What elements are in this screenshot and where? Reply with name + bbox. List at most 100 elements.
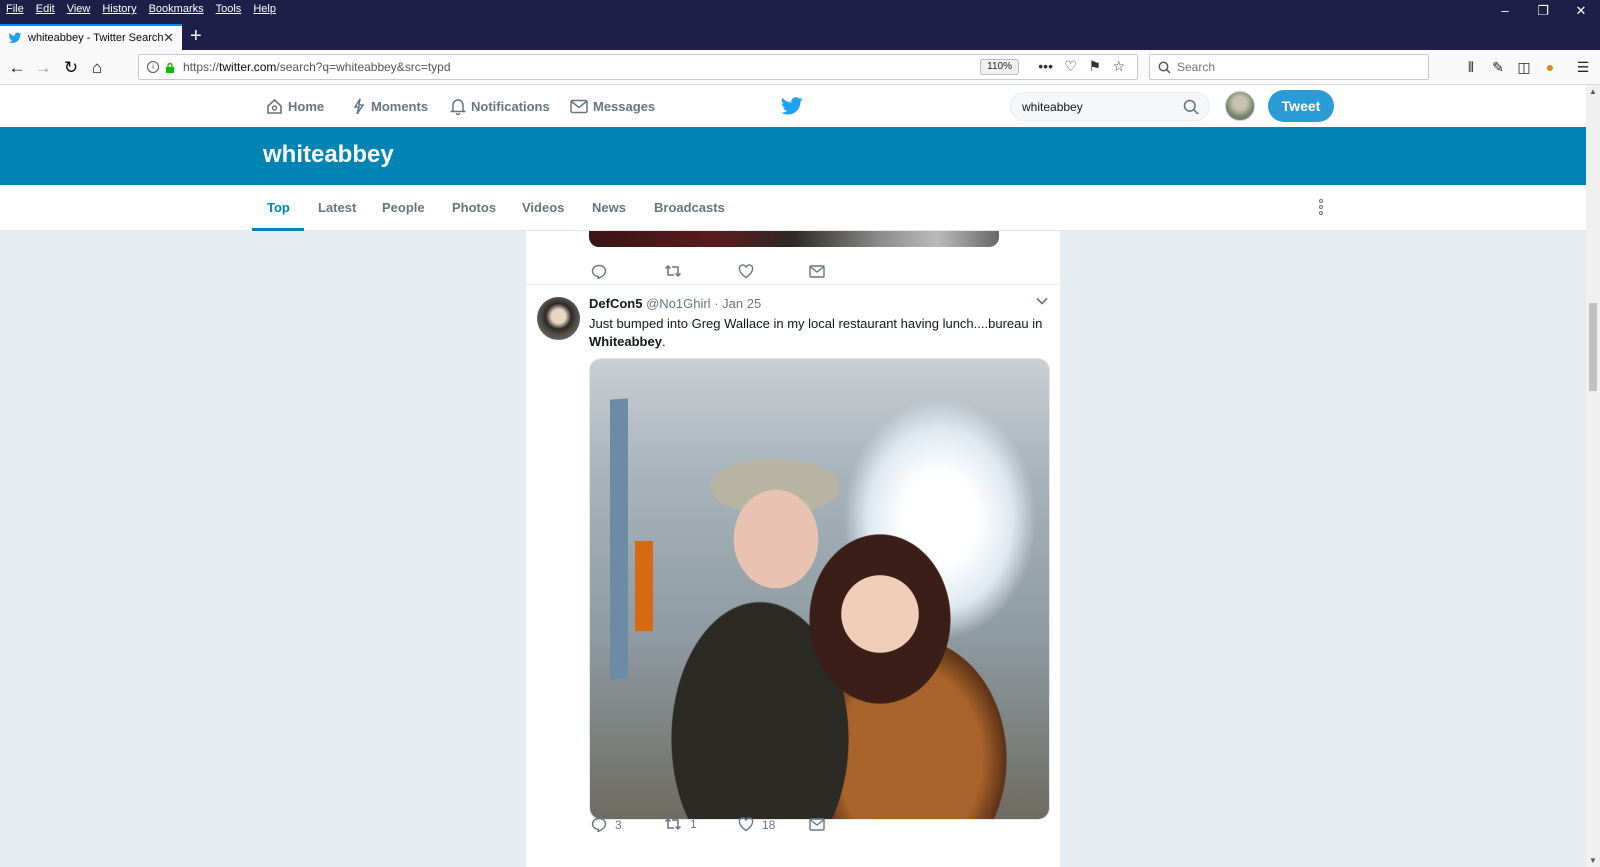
lightning-icon	[353, 98, 365, 114]
zoom-indicator[interactable]: 110%	[980, 59, 1019, 75]
envelope-icon	[570, 99, 588, 113]
tweet-button[interactable]: Tweet	[1268, 90, 1334, 122]
tweet-username[interactable]: @No1Ghirl	[646, 296, 711, 311]
browser-search[interactable]: Search	[1149, 54, 1429, 80]
chevron-down-icon[interactable]	[1036, 297, 1048, 305]
search-banner: whiteabbey	[0, 127, 1586, 185]
flag-icon[interactable]: ⚑	[1088, 58, 1101, 75]
page-actions-icon[interactable]: •••	[1038, 58, 1053, 74]
user-avatar[interactable]	[1225, 91, 1255, 121]
photo-orange-panel	[635, 541, 653, 631]
tab-broadcasts[interactable]: Broadcasts	[654, 185, 725, 231]
tab-photos[interactable]: Photos	[452, 185, 496, 231]
tweet-text-body: Just bumped into Greg Wallace in my loca…	[589, 316, 1043, 331]
tweet-photo[interactable]	[589, 358, 1050, 820]
nav-bar: ← → ↻ ⌂ i https://twitter.com/search?q=w…	[0, 50, 1600, 85]
home-nav-icon	[267, 98, 282, 114]
url-path: /search?q=whiteabbey&src=typd	[276, 60, 451, 74]
tab-title: whiteabbey - Twitter Search	[28, 32, 164, 44]
menu-bar: File Edit View History Bookmarks Tools H…	[0, 0, 1600, 18]
photo-window-frame	[610, 398, 628, 680]
url-prefix: https://	[183, 60, 220, 74]
back-icon[interactable]: ←	[6, 57, 28, 79]
bell-icon	[450, 98, 466, 115]
reply-action-prev[interactable]	[591, 264, 615, 279]
info-icon[interactable]: i	[147, 61, 159, 73]
pocket-icon[interactable]: ♡	[1064, 58, 1077, 75]
tab-close-icon[interactable]: ✕	[163, 30, 174, 46]
menu-help[interactable]: Help	[253, 3, 276, 15]
retweet-icon	[664, 817, 682, 831]
nav-moments[interactable]: Moments	[352, 85, 428, 127]
tab-people[interactable]: People	[382, 185, 425, 231]
envelope-icon	[809, 265, 825, 278]
browser-tab[interactable]: whiteabbey - Twitter Search ✕	[0, 24, 182, 50]
retweet-action-prev[interactable]	[664, 264, 690, 278]
nav-notifications-label: Notifications	[471, 98, 550, 114]
envelope-icon	[809, 818, 825, 831]
menu-history[interactable]: History	[102, 3, 136, 15]
twitter-bird-icon[interactable]	[781, 97, 803, 115]
previous-tweet-image[interactable]	[589, 231, 999, 247]
url-bar[interactable]: i https://twitter.com/search?q=whiteabbe…	[138, 54, 1138, 80]
scroll-down-icon[interactable]: ▼	[1586, 856, 1600, 865]
home-icon[interactable]: ⌂	[86, 57, 108, 79]
menu-view[interactable]: View	[67, 3, 91, 15]
retweet-count: 1	[690, 817, 697, 831]
heart-icon	[738, 264, 754, 279]
tab-top[interactable]: Top	[267, 185, 290, 231]
twitter-search-input[interactable]: whiteabbey	[1010, 92, 1210, 121]
forward-icon[interactable]: →	[32, 57, 54, 79]
tweet-text-end: .	[661, 334, 666, 349]
tab-news[interactable]: News	[592, 185, 626, 231]
reply-action[interactable]: 3	[591, 817, 622, 832]
menu-bookmarks[interactable]: Bookmarks	[149, 3, 204, 15]
url-text: https://twitter.com/search?q=whiteabbey&…	[183, 60, 451, 74]
sidebar-icon[interactable]: ◫	[1515, 58, 1533, 76]
lock-icon	[166, 62, 174, 73]
more-options-icon[interactable]	[1318, 199, 1324, 217]
nav-messages-label: Messages	[593, 98, 656, 114]
hamburger-menu-icon[interactable]: ☰	[1574, 58, 1592, 76]
tweet-author-avatar[interactable]	[537, 297, 580, 340]
nav-notifications[interactable]: Notifications	[450, 85, 550, 127]
bookmark-star-icon[interactable]: ☆	[1112, 58, 1125, 75]
tweet-text-highlight[interactable]: Whiteabbey	[589, 334, 662, 349]
tweet-divider	[526, 284, 1060, 285]
menu-edit[interactable]: Edit	[36, 3, 55, 15]
search-query-title: whiteabbey	[263, 141, 394, 168]
scroll-thumb[interactable]	[1589, 303, 1597, 391]
tab-strip: whiteabbey - Twitter Search ✕ +	[0, 18, 1600, 50]
tweet-text: Just bumped into Greg Wallace in my loca…	[589, 315, 1049, 351]
retweet-icon	[664, 264, 682, 278]
new-tab-icon[interactable]: +	[190, 26, 202, 46]
scroll-up-icon[interactable]: ▲	[1586, 87, 1600, 96]
tweet-fullname[interactable]: DefCon5	[589, 296, 642, 311]
menu-tools[interactable]: Tools	[216, 3, 242, 15]
pen-icon[interactable]: ✎	[1489, 58, 1507, 76]
extension-icon[interactable]: ●	[1541, 58, 1559, 76]
search-tabs: Top Latest People Photos Videos News Bro…	[0, 185, 1586, 231]
tab-latest[interactable]: Latest	[318, 185, 356, 231]
dm-action-prev[interactable]	[809, 265, 833, 278]
like-action[interactable]: 18	[738, 817, 775, 832]
nav-home[interactable]: Home	[266, 85, 324, 127]
tab-videos[interactable]: Videos	[522, 185, 564, 231]
library-icon[interactable]: ⫴	[1462, 58, 1480, 76]
nav-messages[interactable]: Messages	[570, 85, 655, 127]
reply-count: 3	[615, 817, 622, 832]
like-action-prev[interactable]	[738, 264, 762, 279]
nav-moments-label: Moments	[371, 98, 429, 114]
twitter-search-value: whiteabbey	[1022, 99, 1083, 114]
dm-action[interactable]	[809, 818, 833, 831]
page-scrollbar[interactable]: ▲ ▼	[1586, 85, 1600, 867]
search-icon[interactable]	[1183, 99, 1199, 115]
twitter-top-nav: Home Moments Notifications Messages whit…	[0, 85, 1586, 127]
tweet-date[interactable]: · Jan 25	[714, 296, 761, 311]
menu-file[interactable]: File	[6, 3, 24, 15]
tweet-header: DefCon5 @No1Ghirl · Jan 25	[589, 296, 761, 311]
retweet-action[interactable]: 1	[664, 817, 697, 831]
reload-icon[interactable]: ↻	[60, 57, 82, 79]
twitter-favicon-icon	[8, 32, 22, 44]
nav-home-label: Home	[288, 98, 325, 114]
